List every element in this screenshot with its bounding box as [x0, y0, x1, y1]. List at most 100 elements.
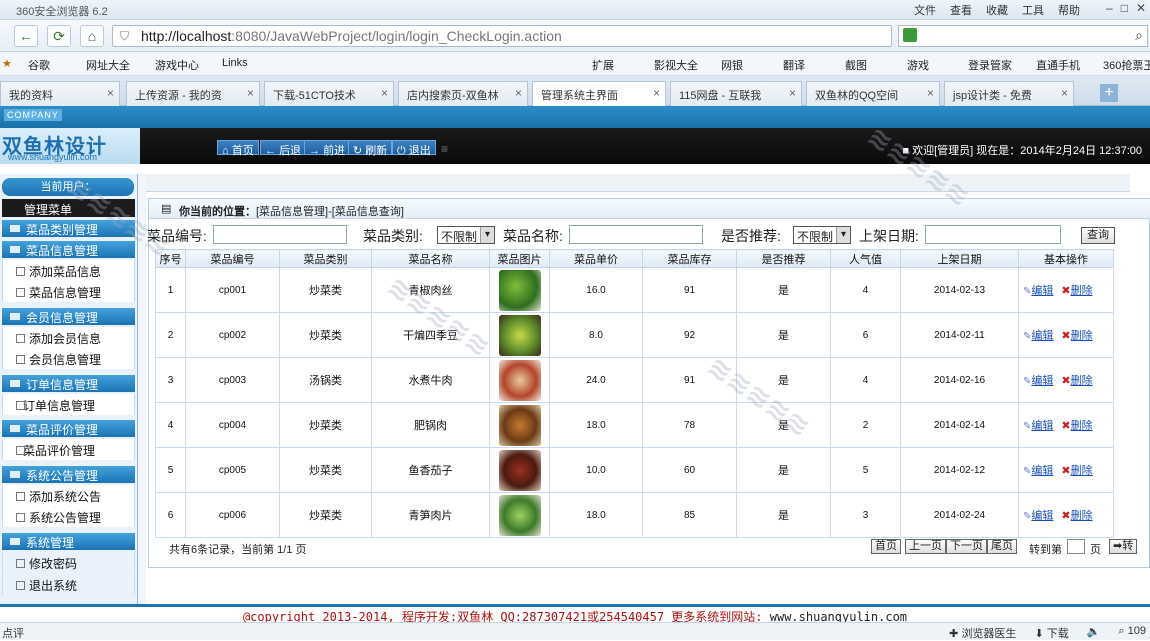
dish-photo[interactable] — [498, 494, 541, 536]
status-zoom[interactable]: ⌕ 109 — [1118, 625, 1146, 641]
tab-close-icon[interactable]: × — [107, 86, 114, 100]
date-input[interactable] — [925, 225, 1061, 244]
name-input[interactable] — [569, 225, 703, 244]
edit-link[interactable]: 编辑 — [1031, 420, 1053, 432]
tab-close-icon[interactable]: × — [653, 86, 660, 100]
fav-site-nav[interactable]: 网址大全 — [86, 57, 130, 73]
sidebar-item-dish-manage[interactable]: 菜品信息管理 — [2, 281, 135, 302]
search-box[interactable]: ⌕ — [898, 25, 1148, 47]
tab-admin-main[interactable]: 管理系统主界面 × — [532, 81, 666, 107]
sidebar-item-change-password[interactable]: 修改密码 — [2, 552, 135, 573]
sidebar-item-add-notice[interactable]: 添加系统公告 — [2, 485, 135, 506]
sidebar-group-notice[interactable]: 系统公告管理 — [2, 466, 135, 483]
home-button[interactable]: ⌂ 首页 — [217, 140, 259, 157]
sidebar-group-dish-category[interactable]: 菜品类别管理 — [2, 220, 135, 237]
toolbar-login-manager[interactable]: 登录管家 — [968, 57, 1012, 73]
edit-link[interactable]: 编辑 — [1031, 510, 1053, 522]
refresh-icon[interactable]: ⟳ — [47, 25, 71, 47]
dish-photo[interactable] — [498, 359, 541, 401]
sidebar-item-exit[interactable]: 退出系统 — [2, 574, 135, 595]
tab-close-icon[interactable]: × — [515, 86, 522, 100]
tab-close-icon[interactable]: × — [927, 86, 934, 100]
sidebar-splitter[interactable] — [138, 174, 146, 604]
sidebar-item-review-manage[interactable]: 菜品评价管理 — [2, 439, 135, 460]
edit-link[interactable]: 编辑 — [1031, 285, 1053, 297]
fav-game-center[interactable]: 游戏中心 — [155, 57, 199, 73]
code-input[interactable] — [213, 225, 347, 244]
toolbar-games[interactable]: 游戏 — [907, 57, 929, 73]
go-button[interactable]: ➡转 — [1109, 539, 1138, 554]
search-engine-icon[interactable] — [903, 28, 917, 42]
fav-google[interactable]: 谷歌 — [28, 57, 50, 73]
back-button[interactable]: ← 后退 — [260, 140, 307, 157]
tab-51cto[interactable]: 下载-51CTO技术 × — [264, 81, 394, 106]
query-button[interactable]: 查询 — [1081, 227, 1115, 244]
toolbar-tickets[interactable]: 360抢票王 — [1103, 57, 1150, 73]
tab-close-icon[interactable]: × — [247, 86, 254, 100]
sidebar-group-review[interactable]: 菜品评价管理 — [2, 420, 135, 437]
fav-links[interactable]: Links — [222, 57, 248, 69]
back-arrow-icon[interactable]: ← — [14, 25, 38, 47]
delete-link[interactable]: 删除 — [1071, 330, 1093, 342]
address-bar[interactable]: ⛉ http://localhost:8080/JavaWebProject/l… — [112, 25, 892, 47]
recommend-select[interactable]: 不限制 — [793, 226, 851, 244]
volume-icon[interactable]: 🔈 — [1087, 625, 1101, 641]
tab-close-icon[interactable]: × — [1061, 86, 1068, 100]
delete-link[interactable]: 删除 — [1071, 285, 1093, 297]
minimize-icon[interactable]: – — [1106, 1, 1113, 15]
sidebar-item-notice-manage[interactable]: 系统公告管理 — [2, 506, 135, 527]
delete-link[interactable]: 删除 — [1071, 510, 1093, 522]
delete-link[interactable]: 删除 — [1071, 465, 1093, 477]
first-page-button[interactable]: 首页 — [871, 539, 901, 554]
next-page-button[interactable]: 下一页 — [946, 539, 987, 554]
delete-link[interactable]: 删除 — [1071, 420, 1093, 432]
tab-my-profile[interactable]: 我的资料 × — [0, 81, 120, 106]
type-select[interactable]: 不限制 — [437, 226, 495, 244]
goto-page-input[interactable] — [1067, 539, 1085, 554]
prev-page-button[interactable]: 上一页 — [905, 539, 946, 554]
logout-button[interactable]: ⏻ 退出 — [392, 140, 436, 157]
status-download[interactable]: ⬇ 下载 — [1034, 625, 1068, 641]
dish-photo[interactable] — [498, 314, 541, 356]
dish-photo[interactable] — [498, 449, 541, 491]
menu-file[interactable]: 文件 — [914, 2, 936, 18]
toolbar-screenshot[interactable]: 截图 — [845, 57, 867, 73]
edit-link[interactable]: 编辑 — [1031, 330, 1053, 342]
menu-tools[interactable]: 工具 — [1022, 2, 1044, 18]
sidebar-group-member[interactable]: 会员信息管理 — [2, 308, 135, 325]
menu-favorites[interactable]: 收藏 — [986, 2, 1008, 18]
search-icon[interactable]: ⌕ — [1135, 27, 1143, 44]
sidebar-item-member-manage[interactable]: 会员信息管理 — [2, 348, 135, 369]
status-review[interactable]: 点评 — [2, 625, 24, 641]
tab-close-icon[interactable]: × — [789, 86, 796, 100]
edit-link[interactable]: 编辑 — [1031, 465, 1053, 477]
sidebar-group-dish-info[interactable]: 菜品信息管理 — [2, 241, 135, 258]
sidebar-item-add-member[interactable]: 添加会员信息 — [2, 327, 135, 348]
new-tab-icon[interactable]: + — [1100, 84, 1118, 102]
tab-115[interactable]: 115网盘 - 互联我 × — [670, 81, 802, 106]
forward-button[interactable]: → 前进 — [304, 140, 351, 157]
tab-jsp-design[interactable]: jsp设计类 - 免费 × — [944, 81, 1074, 106]
dish-photo[interactable] — [498, 269, 541, 311]
toolbar-bank[interactable]: 网银 — [721, 57, 743, 73]
menu-help[interactable]: 帮助 — [1058, 2, 1080, 18]
edit-link[interactable]: 编辑 — [1031, 375, 1053, 387]
sidebar-group-system[interactable]: 系统管理 — [2, 533, 135, 550]
menu-view[interactable]: 查看 — [950, 2, 972, 18]
dish-photo[interactable] — [498, 404, 541, 446]
toolbar-extend[interactable]: 扩展 — [592, 57, 614, 73]
toolbar-translate[interactable]: 翻译 — [783, 57, 805, 73]
sidebar-item-order-manage[interactable]: 订单信息管理 — [2, 394, 135, 415]
sidebar-item-add-dish[interactable]: 添加菜品信息 — [2, 260, 135, 281]
close-icon[interactable]: ✕ — [1136, 1, 1146, 15]
maximize-icon[interactable]: □ — [1121, 1, 1128, 15]
last-page-button[interactable]: 尾页 — [987, 539, 1017, 554]
delete-link[interactable]: 删除 — [1071, 375, 1093, 387]
tab-qq-space[interactable]: 双鱼林的QQ空间 × — [806, 81, 940, 106]
refresh-button[interactable]: ↻ 刷新 — [348, 140, 393, 157]
home-icon[interactable]: ⌂ — [80, 25, 104, 47]
sidebar-group-order[interactable]: 订单信息管理 — [2, 375, 135, 392]
status-doctor[interactable]: ✚ 浏览器医生 — [949, 625, 1016, 641]
tab-close-icon[interactable]: × — [381, 86, 388, 100]
tab-upload[interactable]: 上传资源 - 我的资 × — [126, 81, 260, 106]
